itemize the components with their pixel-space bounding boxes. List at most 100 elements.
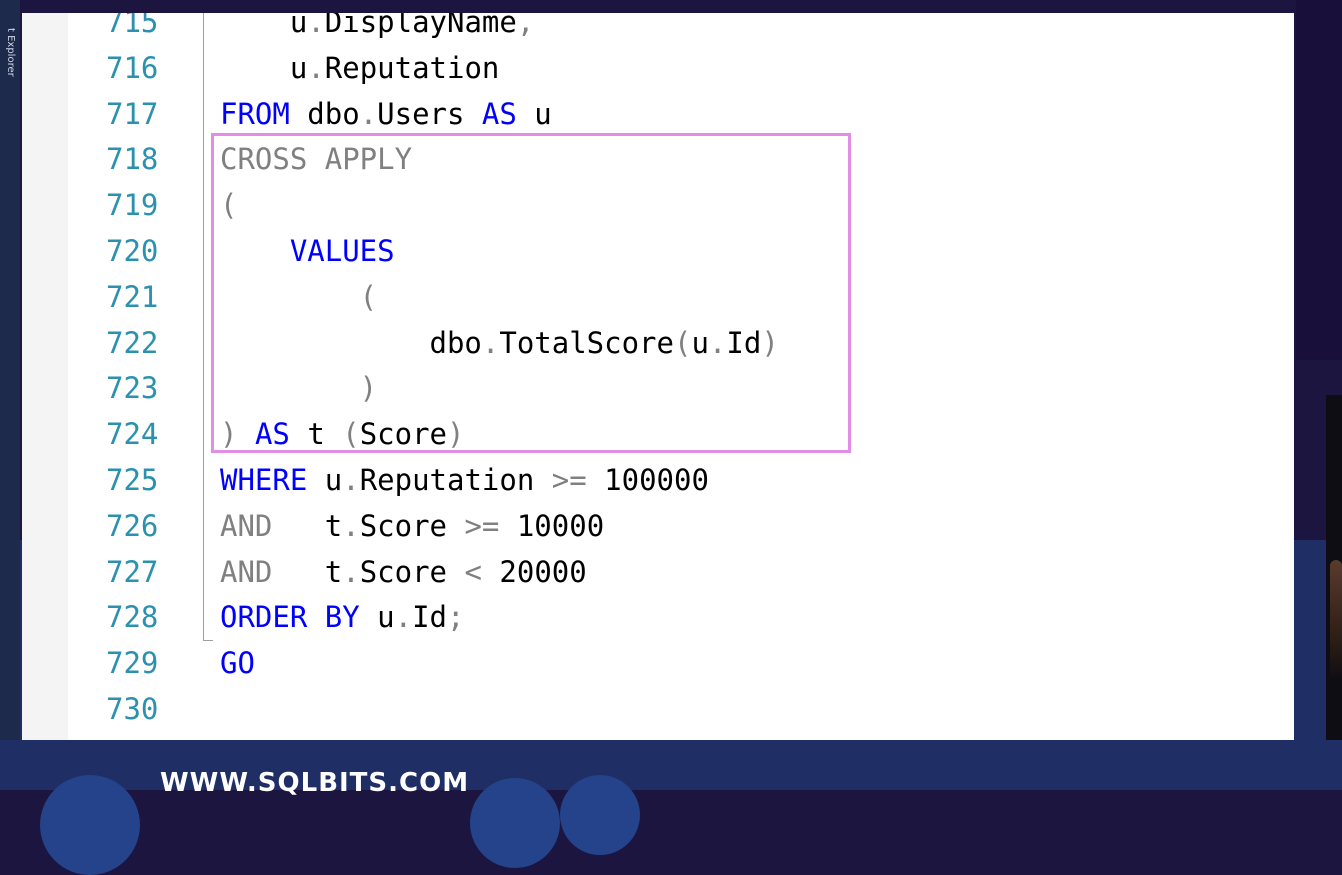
code-token: Score: [359, 554, 465, 589]
line-number: 725: [106, 463, 159, 497]
code-token: DisplayName: [324, 13, 517, 39]
code-line[interactable]: 724 ) AS t (Score): [22, 411, 1294, 457]
code-token: Reputation: [324, 50, 500, 85]
code-line[interactable]: 727 AND t.Score < 20000: [22, 549, 1294, 595]
code-line[interactable]: 725 WHERE u.Reputation >= 100000: [22, 457, 1294, 503]
sql-code-editor[interactable]: 715 u.DisplayName, 716 u.Reputation 717 FRO…: [22, 13, 1294, 740]
code-text[interactable]: ): [220, 365, 377, 411]
code-token: dbo: [220, 325, 482, 360]
code-token: >=: [551, 463, 587, 497]
code-line[interactable]: 728 ORDER BY u.Id;: [22, 594, 1294, 640]
code-text[interactable]: u.DisplayName,: [220, 13, 534, 45]
line-number: 724: [106, 417, 159, 452]
code-token: (: [220, 188, 238, 223]
code-line[interactable]: 715 u.DisplayName,: [22, 13, 1294, 45]
code-token: .: [481, 325, 500, 360]
code-token: <: [464, 554, 482, 589]
code-line[interactable]: 716 u.Reputation: [22, 45, 1294, 91]
code-line[interactable]: 722 dbo.TotalScore(u.Id): [22, 320, 1294, 366]
object-explorer-panel[interactable]: t Explorer: [0, 0, 20, 740]
code-text[interactable]: AND t.Score < 20000: [220, 549, 587, 595]
code-token: (: [220, 279, 378, 314]
code-text[interactable]: (: [220, 274, 377, 320]
line-number: 723: [106, 371, 159, 406]
code-token: u: [516, 96, 552, 131]
code-token: ): [761, 325, 779, 360]
code-token: 20000: [481, 554, 587, 589]
code-token: t: [289, 417, 343, 452]
code-token: u: [359, 600, 395, 635]
code-token: FROM: [220, 96, 290, 131]
line-number: 717: [106, 96, 159, 131]
code-token: .: [307, 50, 325, 85]
code-token: Id: [726, 325, 762, 360]
code-token: ): [220, 417, 238, 452]
line-number: 722: [106, 325, 159, 360]
code-token: CROSS APPLY: [220, 142, 413, 177]
code-text[interactable]: CROSS APPLY: [220, 136, 412, 182]
code-line[interactable]: 718 CROSS APPLY: [22, 136, 1294, 182]
code-text[interactable]: VALUES: [220, 228, 395, 274]
code-token: AS: [254, 417, 290, 452]
code-text[interactable]: ORDER BY u.Id;: [220, 594, 464, 640]
code-line[interactable]: 730: [22, 686, 1294, 732]
code-token: u: [220, 13, 308, 39]
code-line[interactable]: 720 VALUES: [22, 228, 1294, 274]
code-token: AS: [481, 96, 517, 131]
code-token: ): [220, 371, 378, 406]
code-token: (: [342, 417, 360, 452]
line-number: 719: [106, 188, 159, 223]
line-number: 715: [106, 13, 159, 39]
code-token: u: [691, 325, 709, 360]
code-token: .: [307, 13, 325, 39]
code-token: t: [272, 508, 343, 543]
code-line[interactable]: 726 AND t.Score >= 10000: [22, 503, 1294, 549]
line-number: 721: [106, 279, 159, 314]
code-line[interactable]: 723 ): [22, 365, 1294, 411]
code-token: .: [342, 554, 360, 589]
decorative-circle: [40, 775, 140, 875]
line-number: 726: [106, 508, 159, 543]
code-text[interactable]: GO: [220, 640, 255, 686]
code-token: GO: [220, 646, 255, 681]
code-token: ;: [447, 600, 465, 635]
code-text[interactable]: u.Reputation: [220, 45, 500, 91]
code-text[interactable]: WHERE u.Reputation >= 100000: [220, 457, 709, 503]
code-line[interactable]: 721 (: [22, 274, 1294, 320]
code-text[interactable]: dbo.TotalScore(u.Id): [220, 320, 779, 366]
code-token: Score: [359, 508, 465, 543]
code-token: AND: [220, 554, 273, 589]
code-token: Reputation: [359, 463, 552, 497]
code-text[interactable]: (: [220, 182, 237, 228]
object-explorer-tab-label[interactable]: t Explorer: [2, 28, 16, 77]
code-token: .: [708, 325, 727, 360]
line-number: 729: [106, 646, 159, 681]
code-token: u: [307, 463, 343, 497]
speaker-silhouette: [1330, 560, 1342, 680]
code-token: TotalScore: [499, 325, 674, 360]
code-token: .: [342, 463, 360, 497]
code-text[interactable]: FROM dbo.Users AS u: [220, 91, 552, 137]
code-line[interactable]: 719 (: [22, 182, 1294, 228]
code-token: u: [220, 50, 308, 85]
code-token: .: [359, 96, 378, 131]
code-token: ,: [516, 13, 535, 39]
line-number: 728: [106, 600, 159, 635]
code-text[interactable]: AND t.Score >= 10000: [220, 503, 604, 549]
code-line[interactable]: 729 GO: [22, 640, 1294, 686]
code-line[interactable]: 717 FROM dbo.Users AS u: [22, 91, 1294, 137]
line-number: 718: [106, 142, 159, 177]
code-token: dbo: [289, 96, 360, 131]
code-token: (: [673, 325, 692, 360]
code-token: >=: [464, 508, 500, 543]
code-token: ): [447, 417, 465, 452]
code-token: .: [342, 508, 360, 543]
code-text[interactable]: ) AS t (Score): [220, 411, 465, 457]
right-background-panel: [1296, 0, 1342, 360]
line-number: 730: [106, 692, 159, 726]
code-token: VALUES: [289, 234, 395, 268]
footer-website-url: WWW.SQLBITS.COM: [160, 768, 470, 798]
code-token: 10000: [499, 508, 605, 543]
